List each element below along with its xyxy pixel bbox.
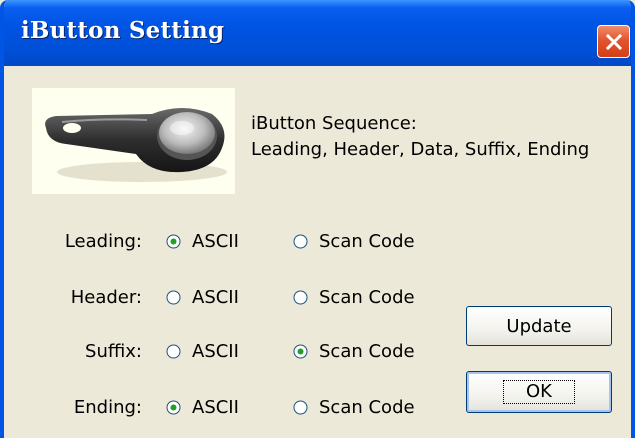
radio-selected-dot <box>170 238 177 245</box>
suffix-label: Suffix: <box>85 341 142 362</box>
ibutton-key-image <box>32 88 235 194</box>
ending-ascii-radio[interactable] <box>166 400 181 415</box>
update-button-label: Update <box>506 315 572 337</box>
header-scan-code-label[interactable]: Scan Code <box>319 287 415 308</box>
sequence-title: iButton Sequence: <box>251 113 417 134</box>
radio-selected-dot <box>297 348 304 355</box>
leading-scan-code-label[interactable]: Scan Code <box>319 231 415 252</box>
suffix-ascii-label[interactable]: ASCII <box>192 341 239 362</box>
ending-ascii-label[interactable]: ASCII <box>192 397 239 418</box>
sequence-value: Leading, Header, Data, Suffix, Ending <box>251 139 590 160</box>
header-ascii-radio[interactable] <box>166 290 181 305</box>
leading-ascii-label[interactable]: ASCII <box>192 231 239 252</box>
header-label: Header: <box>70 287 142 308</box>
header-scan-code-radio[interactable] <box>293 290 308 305</box>
dialog-window: iButton Setting iButton Sequence: Leadin… <box>0 0 635 438</box>
ending-scan-code-label[interactable]: Scan Code <box>319 397 415 418</box>
suffix-scan-code-label[interactable]: Scan Code <box>319 341 415 362</box>
window-title: iButton Setting <box>21 17 225 44</box>
title-bar[interactable]: iButton Setting <box>4 0 631 66</box>
close-button[interactable] <box>597 25 630 58</box>
suffix-ascii-radio[interactable] <box>166 344 181 359</box>
ok-button[interactable]: OK <box>466 371 612 413</box>
radio-selected-dot <box>170 404 177 411</box>
leading-ascii-radio[interactable] <box>166 234 181 249</box>
suffix-scan-code-radio[interactable] <box>293 344 308 359</box>
leading-label: Leading: <box>64 231 142 252</box>
update-button[interactable]: Update <box>466 306 612 346</box>
leading-scan-code-radio[interactable] <box>293 234 308 249</box>
ending-scan-code-radio[interactable] <box>293 400 308 415</box>
ending-label: Ending: <box>73 397 142 418</box>
header-ascii-label[interactable]: ASCII <box>192 287 239 308</box>
close-icon <box>605 33 622 50</box>
ok-button-label: OK <box>503 380 575 404</box>
